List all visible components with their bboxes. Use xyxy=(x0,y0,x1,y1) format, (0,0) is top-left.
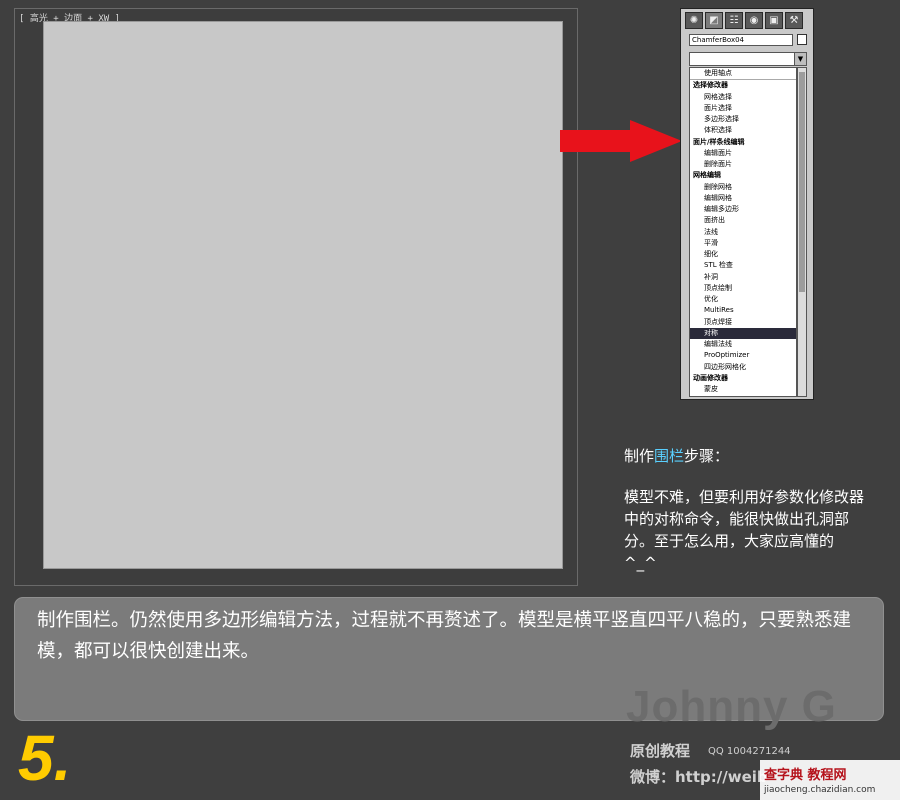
modifier-list-item[interactable]: 面挤出 xyxy=(690,215,796,226)
modifier-category-header[interactable]: 动画修改器 xyxy=(690,373,796,384)
command-panel-tabs: ✺ ◩ ☷ ◉ ▣ ⚒ xyxy=(685,12,813,30)
hierarchy-icon[interactable]: ☷ xyxy=(725,12,743,29)
modifier-list-item[interactable]: 蒙皮 xyxy=(690,384,796,395)
modifier-category-header[interactable]: 选择修改器 xyxy=(690,80,796,91)
modifier-list-item[interactable]: 法线 xyxy=(690,227,796,238)
motion-icon[interactable]: ◉ xyxy=(745,12,763,29)
modifier-list-item[interactable]: 顶点绘制 xyxy=(690,283,796,294)
watermark: 查字典 教程网 jiaocheng.chazidian.com xyxy=(760,760,900,800)
modifier-list-item[interactable]: 体积选择 xyxy=(690,125,796,136)
modifier-list-item[interactable]: 平滑 xyxy=(690,238,796,249)
modifier-list-item[interactable]: 补洞 xyxy=(690,272,796,283)
modifier-list-item[interactable]: ProOptimizer xyxy=(690,350,796,361)
modifier-list-item[interactable]: 四边形网格化 xyxy=(690,362,796,373)
watermark-main: 查字典 教程网 xyxy=(764,768,847,783)
object-color-swatch[interactable] xyxy=(797,34,807,45)
display-icon[interactable]: ▣ xyxy=(765,12,783,29)
side-caption-title: 制作围栏步骤： xyxy=(624,447,730,465)
side-caption-highlight: 围栏 xyxy=(654,447,685,465)
side-caption-body: 模型不难，但要利用好参数化修改器中的对称命令，能很快做出孔洞部分。至于怎么用，大… xyxy=(624,488,865,572)
red-arrow-icon xyxy=(560,120,682,162)
modifier-list-item[interactable]: 网格选择 xyxy=(690,92,796,103)
modifier-list-item[interactable]: 删除面片 xyxy=(690,159,796,170)
modifier-category-header[interactable]: 面片/样条线编辑 xyxy=(690,137,796,148)
modifier-list[interactable]: 使用轴点 选择修改器 网格选择 面片选择 多边形选择 体积选择 面片/样条线编辑 编辑面片 删除… xyxy=(689,67,797,397)
modifier-list-item[interactable]: 顶点焊接 xyxy=(690,317,796,328)
author-subtitle: 原创教程 xyxy=(630,742,691,760)
caption-text: 制作围栏。仍然使用多边形编辑方法，过程就不再赘述了。模型是横平竖直四平八稳的，只… xyxy=(37,610,852,662)
author-weibo: 微博：http://weib xyxy=(630,768,768,786)
viewport[interactable]: [ 高光 + 边面 + XW ] xyxy=(14,8,578,586)
utilities-icon[interactable]: ⚒ xyxy=(785,12,803,29)
author-qq: QQ 1004271244 xyxy=(708,746,791,757)
modifier-list-dropdown[interactable]: ▼ xyxy=(689,52,807,66)
modifier-list-item[interactable]: 面片选择 xyxy=(690,103,796,114)
step-number: 5. xyxy=(18,722,72,794)
modifier-list-item[interactable]: 删除网格 xyxy=(690,182,796,193)
object-name-field[interactable]: ChamferBox04 xyxy=(689,34,793,46)
modify-icon[interactable]: ◩ xyxy=(705,12,723,29)
modifier-category-header[interactable]: 网格编辑 xyxy=(690,170,796,181)
chevron-down-icon[interactable]: ▼ xyxy=(794,53,806,65)
modifier-list-item[interactable]: 优化 xyxy=(690,294,796,305)
modifier-list-item[interactable]: MultiRes xyxy=(690,305,796,316)
modifier-list-item[interactable]: 细化 xyxy=(690,249,796,260)
author-logo: Johnny G xyxy=(626,682,837,731)
castle-fence-model-placeholder xyxy=(43,21,563,569)
modifier-list-item[interactable]: STL 检查 xyxy=(690,260,796,271)
scrollbar-thumb[interactable] xyxy=(799,72,805,292)
modifier-list-item[interactable]: 编辑网格 xyxy=(690,193,796,204)
watermark-url: jiaocheng.chazidian.com xyxy=(764,785,876,795)
modifier-list-scrollbar[interactable] xyxy=(797,67,807,397)
modifier-list-item[interactable]: 编辑法线 xyxy=(690,339,796,350)
modifier-list-item[interactable]: 编辑面片 xyxy=(690,148,796,159)
modifier-list-item[interactable]: 多边形选择 xyxy=(690,114,796,125)
command-panel: ✺ ◩ ☷ ◉ ▣ ⚒ ChamferBox04 ▼ 使用轴点 选择修改器 网格选择 面片选择多… xyxy=(680,8,814,400)
create-icon[interactable]: ✺ xyxy=(685,12,703,29)
modifier-list-item[interactable]: 编辑多边形 xyxy=(690,204,796,215)
modifier-list-item[interactable]: 对称 xyxy=(690,327,796,339)
modifier-list-item[interactable]: 使用轴点 xyxy=(690,68,796,81)
